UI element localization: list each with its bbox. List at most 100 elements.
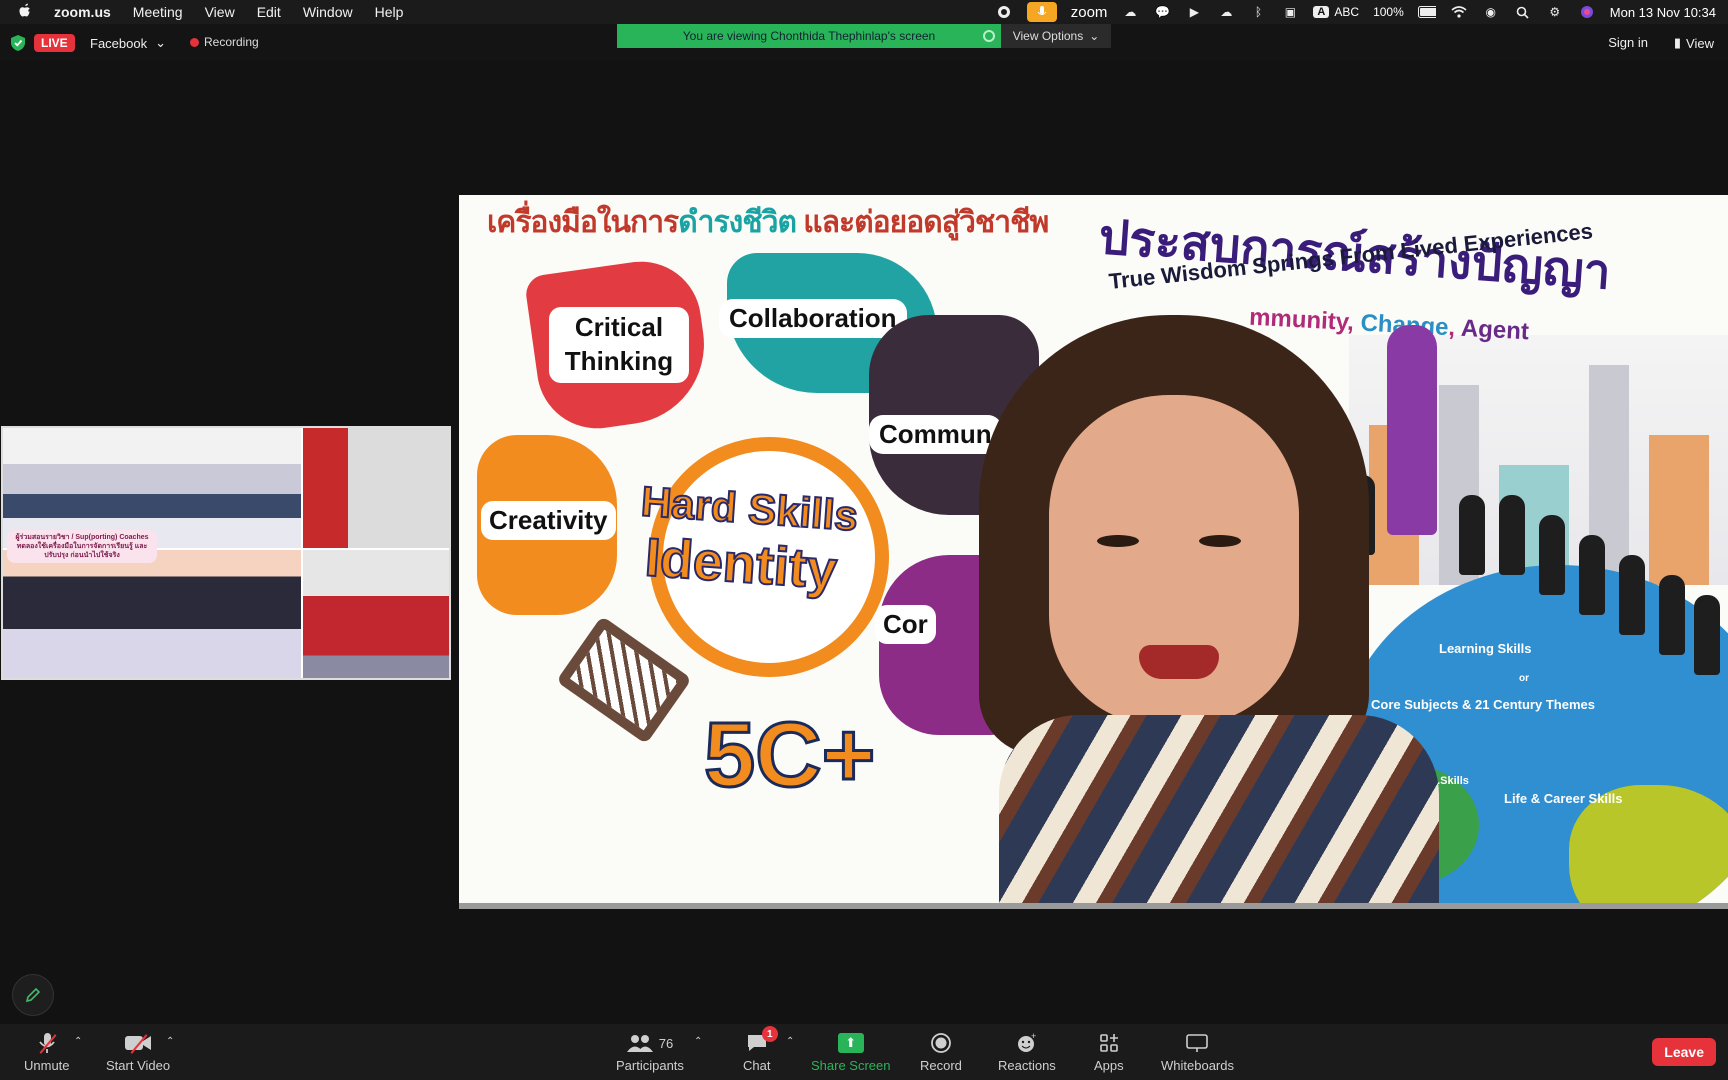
microphone-in-use-icon[interactable] bbox=[1026, 2, 1057, 22]
video-options-caret[interactable]: ⌃ bbox=[166, 1036, 174, 1047]
participants-label: Participants bbox=[616, 1058, 684, 1073]
graduate-silhouette bbox=[1579, 535, 1605, 615]
graduate-silhouette bbox=[1694, 595, 1720, 675]
menu-window[interactable]: Window bbox=[303, 4, 353, 20]
chevron-down-icon: ⌄ bbox=[1089, 29, 1100, 43]
participants-button[interactable]: 76 Participants bbox=[616, 1030, 684, 1073]
input-source-label: ABC bbox=[1334, 5, 1360, 19]
chat-icon: 1 bbox=[746, 1026, 778, 1056]
globe-core-subjects: Core Subjects & 21 Century Themes bbox=[1371, 697, 1595, 712]
view-button[interactable]: ▮ View bbox=[1674, 35, 1714, 51]
record-status-icon[interactable] bbox=[995, 4, 1013, 20]
user-account-icon[interactable]: ◉ bbox=[1482, 4, 1500, 20]
thumbnail-caption: ผู้ร่วมสอนรายวิชา / Sup(porting) Coaches… bbox=[7, 530, 157, 564]
leave-button[interactable]: Leave bbox=[1652, 1038, 1716, 1066]
cloud-sync-icon[interactable]: ☁ bbox=[1217, 4, 1235, 20]
spotlight-search-icon[interactable] bbox=[1514, 4, 1532, 20]
menu-app-zoom[interactable]: zoom.us bbox=[54, 4, 111, 20]
security-shield-icon[interactable] bbox=[10, 34, 26, 52]
microphone-muted-icon bbox=[37, 1030, 57, 1056]
unmute-label: Unmute bbox=[24, 1058, 70, 1073]
share-screen-button[interactable]: ⬆ Share Screen bbox=[811, 1030, 891, 1073]
identity-text: Identity bbox=[642, 526, 840, 601]
input-source-icon: A bbox=[1313, 6, 1330, 18]
audio-options-caret[interactable]: ⌃ bbox=[74, 1036, 82, 1047]
graduate-silhouette bbox=[1499, 495, 1525, 575]
reactions-icon: + bbox=[1016, 1030, 1038, 1056]
control-center-icon[interactable]: ⚙ bbox=[1546, 4, 1564, 20]
critical-thinking-label: Critical Thinking bbox=[549, 307, 689, 383]
line-chat-icon[interactable]: 💬 bbox=[1153, 4, 1171, 20]
recording-indicator[interactable]: Recording bbox=[190, 35, 259, 49]
apple-menu-icon[interactable] bbox=[18, 2, 32, 22]
meeting-toolbar: Unmute ⌃ Start Video ⌃ 76 Participants ⌃… bbox=[0, 1024, 1728, 1080]
live-stream-target-dropdown[interactable]: Facebook ⌄ bbox=[90, 35, 166, 51]
graduate-silhouette bbox=[1539, 515, 1565, 595]
graduate-silhouette bbox=[1659, 575, 1685, 655]
globe-or: or bbox=[1519, 673, 1529, 684]
globe-learning-skills: Learning Skills bbox=[1439, 641, 1532, 656]
menu-edit[interactable]: Edit bbox=[257, 4, 281, 20]
siri-icon[interactable] bbox=[1578, 4, 1596, 20]
reactions-button[interactable]: + Reactions bbox=[998, 1030, 1056, 1073]
bluetooth-icon[interactable]: ᛒ bbox=[1249, 4, 1267, 20]
chat-label: Chat bbox=[743, 1058, 771, 1073]
start-video-button[interactable]: Start Video bbox=[106, 1030, 170, 1073]
user-badge-icon[interactable]: ▣ bbox=[1281, 4, 1299, 20]
unmute-button[interactable]: Unmute bbox=[24, 1030, 70, 1073]
recording-dot-icon bbox=[190, 37, 199, 47]
view-layout-icon: ▮ bbox=[1673, 35, 1682, 50]
zoom-menu-extra[interactable]: zoom bbox=[1071, 4, 1108, 21]
chevron-down-icon: ⌄ bbox=[155, 35, 166, 50]
share-screen-icon: ⬆ bbox=[837, 1033, 864, 1053]
sign-in-button[interactable]: Sign in bbox=[1608, 35, 1648, 50]
view-options-label: View Options bbox=[1012, 29, 1084, 43]
cca-agent: Agent bbox=[1460, 314, 1530, 346]
cloud-icon[interactable]: ☁ bbox=[1121, 4, 1139, 20]
view-label: View bbox=[1686, 35, 1714, 51]
graduate-figure-illustration bbox=[1387, 325, 1437, 535]
apps-button[interactable]: Apps bbox=[1094, 1030, 1124, 1073]
participants-options-caret[interactable]: ⌃ bbox=[694, 1036, 702, 1047]
cor-label: Cor bbox=[875, 605, 936, 644]
slide-header-thai: เครื่องมือในการดำรงชีวิต และต่อยอดสู่วิช… bbox=[487, 199, 1049, 246]
graduate-silhouette bbox=[1619, 555, 1645, 635]
photo-classroom-3 bbox=[3, 550, 301, 678]
view-options-dropdown[interactable]: View Options ⌄ bbox=[1001, 24, 1111, 48]
lightbulb-base-icon bbox=[556, 615, 692, 745]
battery-percent: 100% bbox=[1373, 5, 1404, 19]
svg-text:+: + bbox=[1031, 1032, 1036, 1041]
shared-screen[interactable]: เครื่องมือในการดำรงชีวิต และต่อยอดสู่วิช… bbox=[459, 195, 1728, 909]
live-badge[interactable]: LIVE bbox=[34, 34, 75, 52]
wifi-icon[interactable] bbox=[1450, 4, 1468, 20]
slide-header-part-3: และต่อยอดสู่วิชาชีพ bbox=[795, 206, 1049, 239]
menu-meeting[interactable]: Meeting bbox=[133, 4, 183, 20]
play-icon[interactable]: ▶ bbox=[1185, 4, 1203, 20]
live-stream-target-label: Facebook bbox=[90, 35, 148, 51]
share-screen-label: Share Screen bbox=[811, 1058, 891, 1073]
record-icon bbox=[930, 1030, 952, 1056]
viewing-screen-text: You are viewing Chonthida Thephinlap's s… bbox=[682, 29, 936, 43]
whiteboard-icon bbox=[1185, 1030, 1209, 1056]
chat-button[interactable]: 1 Chat bbox=[743, 1026, 778, 1073]
share-status-dot-icon bbox=[983, 30, 995, 42]
chat-options-caret[interactable]: ⌃ bbox=[786, 1036, 794, 1047]
status-area: zoom ☁ 💬 ▶ ☁ ᛒ ▣ A ABC 100% ◉ ⚙ Mon 13 N… bbox=[995, 0, 1716, 24]
clock[interactable]: Mon 13 Nov 10:34 bbox=[1610, 5, 1716, 20]
menu-help[interactable]: Help bbox=[375, 4, 404, 20]
record-label: Record bbox=[920, 1058, 962, 1073]
whiteboards-button[interactable]: Whiteboards bbox=[1161, 1030, 1234, 1073]
menu-view[interactable]: View bbox=[205, 4, 235, 20]
presenter-video bbox=[979, 315, 1439, 909]
slide-header-part-2: ดำรงชีวิต bbox=[678, 206, 797, 239]
input-source[interactable]: A ABC bbox=[1313, 5, 1359, 19]
petal-creativity: Creativity bbox=[477, 435, 617, 615]
battery-icon[interactable] bbox=[1417, 4, 1436, 20]
annotate-pencil-icon[interactable] bbox=[12, 974, 54, 1016]
participant-thumbnail-video[interactable]: ผู้ร่วมสอนรายวิชา / Sup(porting) Coaches… bbox=[1, 426, 451, 680]
city-skyline-illustration bbox=[459, 879, 1728, 909]
macos-menu-bar: zoom.us Meeting View Edit Window Help zo… bbox=[0, 0, 1728, 24]
chat-unread-badge: 1 bbox=[761, 1026, 778, 1042]
record-button[interactable]: Record bbox=[920, 1030, 962, 1073]
graduate-silhouette bbox=[1459, 495, 1485, 575]
